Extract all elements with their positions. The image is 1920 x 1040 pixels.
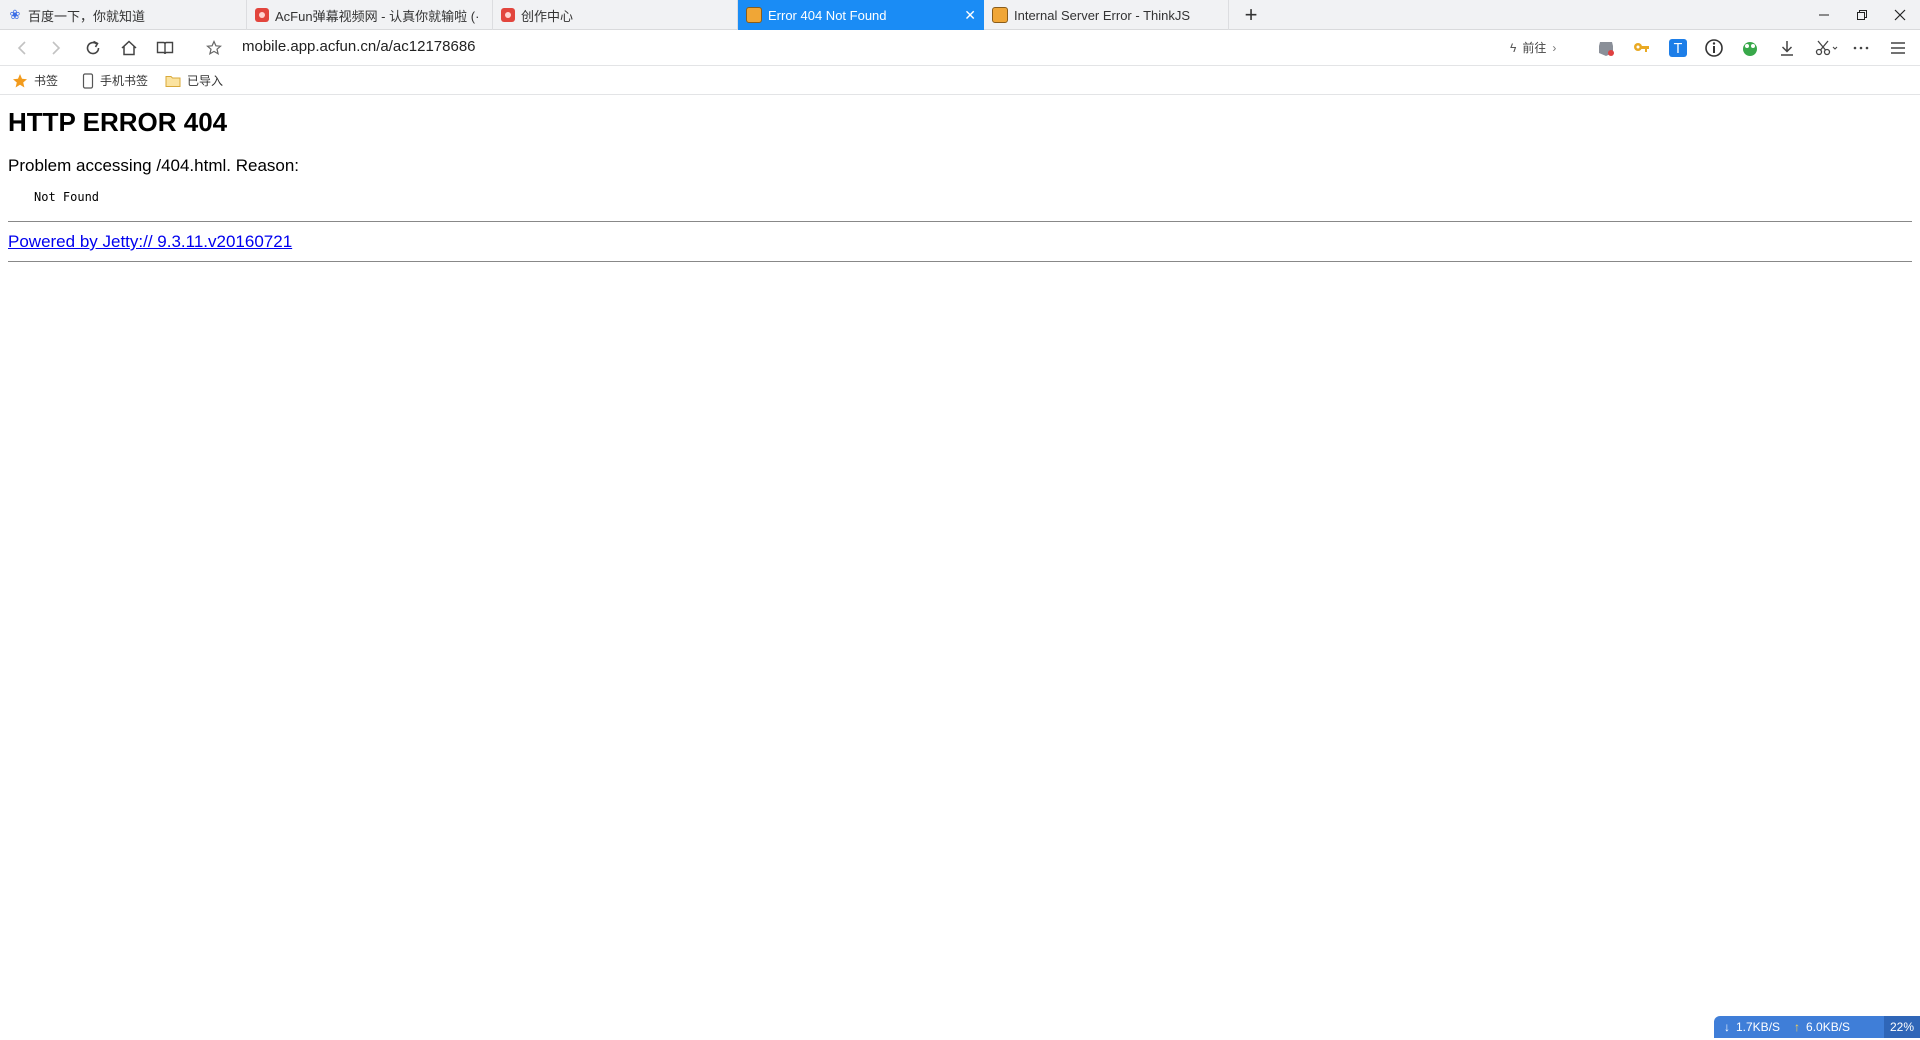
svg-text:T: T [1673,42,1682,57]
navigation-bar: mobile.app.acfun.cn/a/ac12178686 ϟ 前往 › … [0,30,1920,66]
screenshot-button[interactable] [1812,36,1842,60]
translate-icon: T [1669,39,1687,57]
page-content: HTTP ERROR 404 Problem accessing /404.ht… [8,95,1912,262]
baidu-paw-icon: ❀ [9,7,21,22]
reload-button[interactable] [79,34,107,62]
tab-error-404[interactable]: Error 404 Not Found ✕ [738,0,984,30]
translate-extension-button[interactable]: T [1666,36,1690,60]
tab-creation-center[interactable]: 创作中心 [493,0,738,30]
chevron-right-icon: › [1552,40,1557,55]
reader-mode-button[interactable] [151,34,179,62]
tiger-icon [746,7,762,23]
bookmark-label: 手机书签 [100,74,149,88]
star-outline-icon [206,40,222,56]
hamburger-menu-icon [1891,42,1905,54]
bookmark-mobile[interactable]: 手机书签 [82,72,148,89]
key-extension-button[interactable] [1629,36,1653,60]
frog-extension-icon [1743,42,1757,56]
divider [8,221,1912,222]
tab-title: 创作中心 [521,8,574,24]
close-tab-icon[interactable]: ✕ [964,7,976,24]
folder-icon [165,75,181,87]
divider [8,261,1912,262]
close-icon [1894,9,1906,21]
more-dots-icon [1853,46,1869,50]
bookmark-star-button[interactable] [200,34,228,62]
adblock-extension-button[interactable] [1594,36,1618,60]
home-icon [121,40,137,56]
tab-strip: ❀ 百度一下，你就知道 AcFun弹幕视频网 - 认真你就输啦 (· 创作中心 … [0,0,1920,30]
phone-icon [82,72,94,89]
tab-title: Error 404 Not Found [768,7,887,23]
tab-baidu[interactable]: ❀ 百度一下，你就知道 [0,0,247,30]
tab-title: AcFun弹幕视频网 - 认真你就输啦 (· [275,8,480,24]
jetty-link[interactable]: Powered by Jetty:// 9.3.11.v20160721 [8,232,292,252]
problem-text: Problem accessing /404.html. Reason: [8,156,300,175]
restore-button[interactable] [1842,0,1882,30]
bookmark-bookmarks[interactable]: 书签 [12,72,58,89]
download-speed: 1.7KB/S [1736,1020,1781,1034]
green-extension-button[interactable] [1738,36,1762,60]
tiger-icon [992,7,1008,23]
book-icon [156,41,174,55]
arrow-down-icon: ↓ [1724,1020,1730,1034]
restore-icon [1857,10,1867,20]
chevron-left-icon [17,41,26,55]
download-button[interactable] [1775,36,1799,60]
info-icon [1705,39,1723,57]
error-heading: HTTP ERROR 404 [8,107,228,137]
adblock-icon [1599,42,1614,56]
star-icon [13,73,27,87]
info-extension-button[interactable] [1702,36,1726,60]
goto-button[interactable]: ϟ 前往 › [1510,39,1556,56]
more-button[interactable] [1849,36,1873,60]
chevron-right-icon [52,41,61,55]
network-speed-widget[interactable]: ↓ 1.7KB/S ↑ 6.0KB/S 22% [1714,1016,1920,1038]
close-window-button[interactable] [1880,0,1920,30]
menu-button[interactable] [1886,36,1910,60]
reason-text: Not Found [34,190,100,204]
lightning-icon: ϟ [1510,40,1517,55]
key-icon [1634,43,1649,52]
tab-title: Internal Server Error - ThinkJS [1014,7,1191,23]
forward-button[interactable] [42,34,70,62]
upload-speed: 6.0KB/S [1806,1020,1851,1034]
reload-icon [86,40,100,55]
new-tab-button[interactable]: + [1236,0,1266,30]
bookmarks-bar: 书签 手机书签 已导入 [0,66,1920,95]
acfun-icon [255,8,269,22]
tab-title: 百度一下，你就知道 [28,8,146,24]
bookmark-label: 书签 [34,74,59,88]
bookmark-imported[interactable]: 已导入 [165,72,223,89]
goto-label: 前往 [1522,41,1547,55]
bookmark-label: 已导入 [187,74,224,88]
tab-thinkjs-error[interactable]: Internal Server Error - ThinkJS [984,0,1229,30]
minimize-button[interactable] [1804,0,1844,30]
scissors-icon [1815,40,1838,56]
minimize-icon [1819,14,1829,16]
arrow-up-icon: ↑ [1794,1020,1801,1034]
address-bar[interactable]: mobile.app.acfun.cn/a/ac12178686 [242,38,476,55]
home-button[interactable] [115,34,143,62]
download-icon [1781,41,1793,56]
tab-acfun[interactable]: AcFun弹幕视频网 - 认真你就输啦 (· [247,0,493,30]
acfun-icon [501,8,515,22]
usage-percent: 22% [1883,1016,1920,1038]
back-button[interactable] [8,34,36,62]
